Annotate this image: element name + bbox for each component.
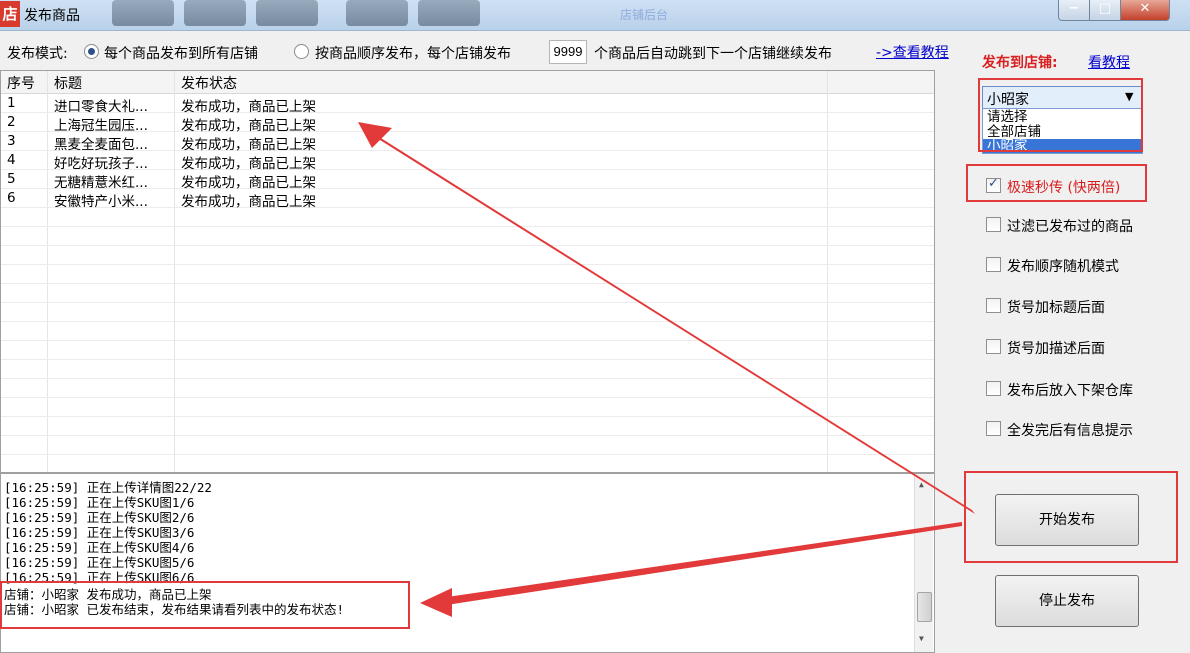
option-label[interactable]: 全发完后有信息提示 — [1007, 420, 1133, 440]
row-status: 发布成功，商品已上架 — [181, 194, 316, 210]
minimize-button[interactable]: − — [1058, 0, 1090, 21]
minimize-icon: − — [1068, 1, 1080, 16]
background-toolbar-icon — [112, 0, 174, 26]
row-title: 好吃好玩孩子... — [54, 156, 148, 172]
column-header-index[interactable]: 序号 — [7, 73, 35, 93]
table-row[interactable]: 4 好吃好玩孩子... 发布成功，商品已上架 — [1, 152, 934, 172]
background-toolbar-icon — [256, 0, 318, 26]
row-divider — [1, 378, 934, 379]
mode-sequence-radio[interactable] — [294, 44, 309, 59]
row-status: 发布成功，商品已上架 — [181, 137, 316, 153]
scroll-thumb[interactable] — [917, 592, 932, 622]
table-row[interactable]: 1 进口零食大礼... 发布成功，商品已上架 — [1, 95, 934, 115]
items-per-store-suffix: 个商品后自动跳到下一个店铺继续发布 — [594, 46, 832, 62]
window-title: 发布商品 — [24, 8, 80, 24]
row-divider — [1, 245, 934, 246]
mode-sequence-label[interactable]: 按商品顺序发布，每个店铺发布 — [315, 43, 511, 63]
row-divider — [1, 435, 934, 436]
option-label[interactable]: 货号加标题后面 — [1007, 297, 1105, 317]
option-checkbox[interactable] — [986, 298, 1001, 313]
log-line: [16:25:59] 正在上传详情图22/22 — [4, 480, 212, 495]
row-index: 6 — [7, 190, 16, 206]
option-label[interactable]: 过滤已发布过的商品 — [1007, 216, 1133, 236]
log-line: [16:25:59] 正在上传SKU图1/6 — [4, 495, 195, 510]
background-toolbar-icon — [346, 0, 408, 26]
scroll-up-icon[interactable]: ▲ — [919, 480, 924, 489]
publish-mode-label: 发布模式: — [7, 46, 68, 62]
row-status: 发布成功，商品已上架 — [181, 156, 316, 172]
log-line: [16:25:59] 正在上传SKU图3/6 — [4, 525, 195, 540]
maximize-icon: □ — [1098, 1, 1112, 16]
option-label[interactable]: 货号加描述后面 — [1007, 338, 1105, 358]
row-title: 上海冠生园压... — [54, 118, 148, 134]
table-row[interactable]: 2 上海冠生园压... 发布成功，商品已上架 — [1, 114, 934, 134]
app-icon: 店 — [0, 1, 20, 27]
option-label[interactable]: 发布后放入下架仓库 — [1007, 380, 1133, 400]
log-line: [16:25:59] 正在上传SKU图2/6 — [4, 510, 195, 525]
row-divider — [1, 302, 934, 303]
option-label[interactable]: 发布顺序随机模式 — [1007, 256, 1119, 276]
title-bar: 店 发布商品 店铺后台 − □ ✕ — [0, 0, 1190, 31]
mode-all-radio[interactable] — [84, 44, 99, 59]
column-header-status[interactable]: 发布状态 — [181, 73, 237, 93]
table-header — [1, 71, 934, 94]
stop-publish-button[interactable]: 停止发布 — [995, 575, 1139, 627]
row-status: 发布成功，商品已上架 — [181, 99, 316, 115]
row-index: 4 — [7, 152, 16, 168]
log-line: [16:25:59] 正在上传SKU图5/6 — [4, 555, 195, 570]
row-divider — [1, 283, 934, 284]
row-title: 黑麦全麦面包... — [54, 137, 148, 153]
column-header-title[interactable]: 标题 — [54, 73, 82, 93]
annotation-box-fast — [966, 164, 1147, 202]
log-line: [16:25:59] 正在上传SKU图4/6 — [4, 540, 195, 555]
row-title: 无糖精薏米红... — [54, 175, 148, 191]
row-index: 2 — [7, 114, 16, 130]
close-icon: ✕ — [1139, 1, 1151, 16]
row-divider — [1, 359, 934, 360]
annotation-box-store — [978, 78, 1143, 152]
option-checkbox[interactable] — [986, 257, 1001, 272]
background-toolbar-icon — [184, 0, 246, 26]
row-index: 3 — [7, 133, 16, 149]
close-button[interactable]: ✕ — [1120, 0, 1170, 21]
row-divider — [1, 226, 934, 227]
table-row[interactable]: 6 安徽特产小米... 发布成功，商品已上架 — [1, 190, 934, 210]
row-title: 进口零食大礼... — [54, 99, 148, 115]
option-checkbox[interactable] — [986, 421, 1001, 436]
view-tutorial-link[interactable]: ->查看教程 — [876, 42, 949, 62]
product-table: 序号 标题 发布状态 1 进口零食大礼... 发布成功，商品已上架 2 上海冠生园压..… — [0, 70, 935, 473]
scroll-down-icon[interactable]: ▼ — [919, 634, 924, 643]
row-status: 发布成功，商品已上架 — [181, 118, 316, 134]
store-tutorial-link[interactable]: 看教程 — [1088, 52, 1130, 72]
row-divider — [1, 397, 934, 398]
option-checkbox[interactable] — [986, 217, 1001, 232]
row-divider — [1, 416, 934, 417]
row-status: 发布成功，商品已上架 — [181, 175, 316, 191]
row-divider — [1, 321, 934, 322]
table-row[interactable]: 3 黑麦全麦面包... 发布成功，商品已上架 — [1, 133, 934, 153]
items-per-store-input[interactable]: 9999 — [549, 40, 587, 64]
mode-all-label[interactable]: 每个商品发布到所有店铺 — [104, 43, 258, 63]
log-scrollbar[interactable]: ▲ ▼ — [914, 474, 933, 652]
maximize-button[interactable]: □ — [1089, 0, 1121, 21]
row-divider — [1, 340, 934, 341]
option-checkbox[interactable] — [986, 339, 1001, 354]
row-index: 1 — [7, 95, 16, 111]
annotation-box-log — [0, 581, 410, 629]
background-toolbar-icon — [418, 0, 480, 26]
option-checkbox[interactable] — [986, 381, 1001, 396]
background-link: 店铺后台 — [620, 8, 669, 22]
row-divider — [1, 264, 934, 265]
annotation-box-start — [964, 471, 1178, 563]
row-divider — [1, 454, 934, 455]
table-row[interactable]: 5 无糖精薏米红... 发布成功，商品已上架 — [1, 171, 934, 191]
row-index: 5 — [7, 171, 16, 187]
publish-to-store-label: 发布到店铺: — [982, 55, 1058, 71]
row-title: 安徽特产小米... — [54, 194, 148, 210]
